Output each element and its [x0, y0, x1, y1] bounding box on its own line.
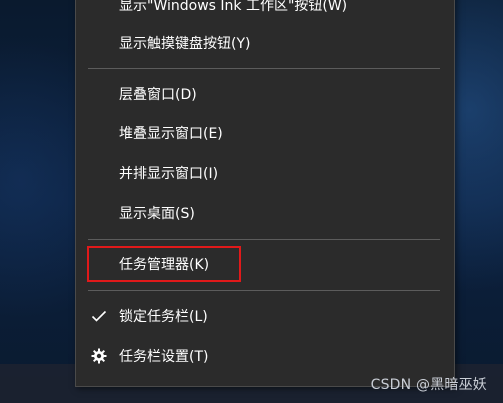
menu-item-label: 层叠窗口(D) — [119, 87, 197, 103]
menu-item-show-windows-ink-button[interactable]: 显示"Windows Ink 工作区"按钮(W) — [76, 0, 454, 23]
menu-item-taskbar-settings[interactable]: 任务栏设置(T) — [76, 338, 454, 374]
menu-item-label: 显示桌面(S) — [119, 206, 195, 222]
menu-item-show-windows-side-by-side[interactable]: 并排显示窗口(I) — [76, 155, 454, 191]
menu-separator — [88, 239, 440, 240]
menu-item-label: 并排显示窗口(I) — [119, 166, 219, 182]
menu-item-label: 锁定任务栏(L) — [119, 309, 208, 325]
menu-separator — [88, 290, 440, 291]
menu-item-label: 堆叠显示窗口(E) — [119, 126, 223, 142]
menu-item-lock-taskbar[interactable]: 锁定任务栏(L) — [76, 298, 454, 334]
taskbar-context-menu: 显示"Windows Ink 工作区"按钮(W) 显示触摸键盘按钮(Y) 层叠窗… — [75, 0, 455, 387]
menu-item-label: 任务栏设置(T) — [119, 349, 209, 365]
watermark-text: CSDN @黑暗巫妖 — [370, 377, 487, 393]
menu-item-label: 显示触摸键盘按钮(Y) — [119, 36, 251, 52]
menu-separator — [88, 68, 440, 69]
checkmark-icon — [90, 307, 108, 325]
menu-item-show-desktop[interactable]: 显示桌面(S) — [76, 195, 454, 231]
menu-item-cascade-windows[interactable]: 层叠窗口(D) — [76, 76, 454, 112]
menu-item-show-windows-stacked[interactable]: 堆叠显示窗口(E) — [76, 115, 454, 151]
menu-item-label: 显示"Windows Ink 工作区"按钮(W) — [119, 0, 348, 14]
menu-item-show-touch-keyboard-button[interactable]: 显示触摸键盘按钮(Y) — [76, 25, 454, 61]
highlight-annotation-box — [87, 246, 241, 282]
gear-icon — [90, 347, 108, 365]
